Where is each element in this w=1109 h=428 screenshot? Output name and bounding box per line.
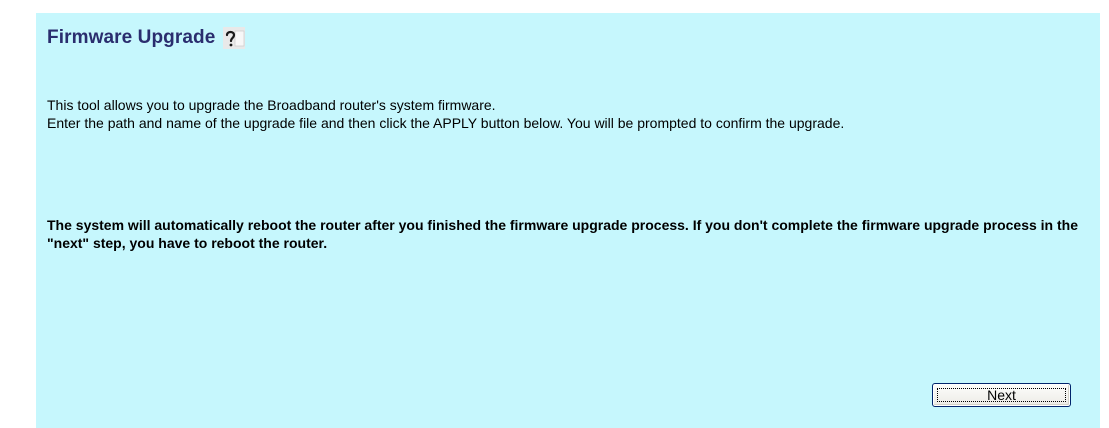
description-line-2: Enter the path and name of the upgrade f… — [47, 115, 845, 131]
help-icon[interactable] — [223, 27, 246, 49]
firmware-upgrade-panel: Firmware Upgrade This tool allows you to… — [36, 13, 1100, 428]
description: This tool allows you to upgrade the Broa… — [47, 96, 1087, 132]
description-line-1: This tool allows you to upgrade the Broa… — [47, 97, 496, 113]
title-row: Firmware Upgrade — [47, 27, 246, 49]
next-button[interactable]: Next — [932, 383, 1071, 407]
page-title: Firmware Upgrade — [47, 27, 216, 48]
next-button-label: Next — [987, 387, 1016, 403]
reboot-warning: The system will automatically reboot the… — [47, 217, 1078, 251]
